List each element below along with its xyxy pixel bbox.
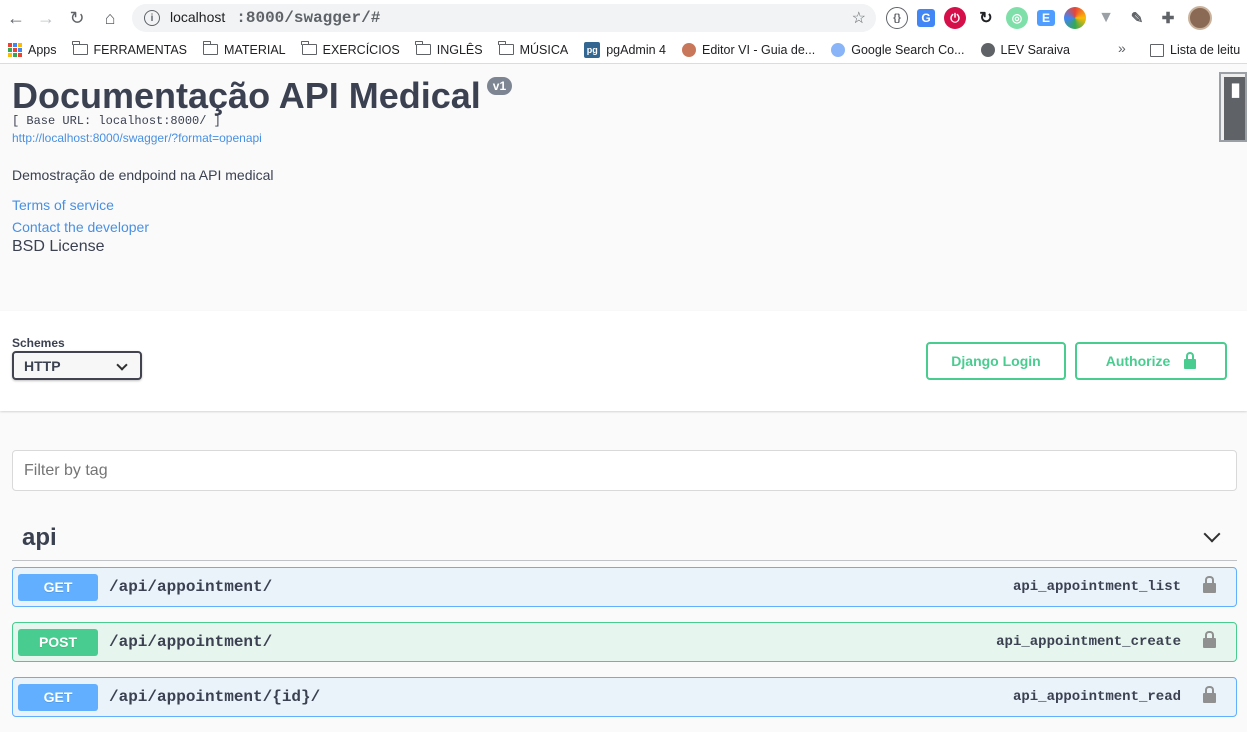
method-badge: POST <box>18 628 98 656</box>
browser-toolbar: ← → ↻ ⌂ i localhost:8000/swagger/# ☆ {} … <box>0 0 1247 36</box>
reading-list[interactable]: Lista de leitu <box>1150 36 1241 63</box>
operation-get-appointment-read[interactable]: GET /api/appointment/{id}/ api_appointme… <box>12 677 1237 717</box>
page-title: Documentação API Medical v1 <box>12 75 513 117</box>
bookmark-ingles[interactable]: INGLÊS <box>408 38 491 62</box>
puzzle-extensions-icon[interactable]: ✚ <box>1157 7 1179 29</box>
bookmark-ferramentas[interactable]: FERRAMENTAS <box>65 38 196 62</box>
bookmark-search-console[interactable]: Google Search Co... <box>823 38 972 62</box>
search-console-icon <box>831 42 846 57</box>
version-badge: v1 <box>486 77 513 95</box>
address-bar[interactable]: i localhost:8000/swagger/# ☆ <box>132 4 876 32</box>
authorize-button[interactable]: Authorize <box>1075 342 1227 380</box>
translate-extension-icon[interactable]: G <box>917 9 935 27</box>
folder-icon <box>301 41 317 55</box>
tab-extension-icon[interactable]: E <box>1037 10 1055 26</box>
forward-icon[interactable]: → <box>30 2 62 34</box>
tag-section-header[interactable]: api <box>12 515 1237 561</box>
bookmark-label: pgAdmin 4 <box>606 42 666 57</box>
bookmark-label: Apps <box>28 42 57 57</box>
more-bookmarks-icon[interactable]: » <box>1118 40 1126 56</box>
home-icon[interactable]: ⌂ <box>94 2 126 34</box>
badge-icon: ▮ <box>1225 81 1245 102</box>
bookmark-label: Editor VI - Guia de... <box>701 42 816 57</box>
chevron-down-icon <box>116 359 128 371</box>
globe-icon <box>980 42 995 57</box>
api-info: Documentação API Medical v1 [ Base URL: … <box>12 75 513 256</box>
method-badge: GET <box>18 573 98 601</box>
method-badge: GET <box>18 683 98 711</box>
unlock-icon <box>1184 352 1197 369</box>
operation-path: /api/appointment/ <box>109 578 273 596</box>
sync-extension-icon[interactable]: ↻ <box>975 7 997 29</box>
power-extension-icon[interactable]: ⏻ <box>944 7 966 29</box>
lock-icon[interactable] <box>1203 631 1216 648</box>
bookmark-exercicios[interactable]: EXERCÍCIOS <box>294 38 408 62</box>
contact-link[interactable]: Contact the developer <box>12 219 512 235</box>
pgadmin-icon: pg <box>584 41 601 58</box>
terms-link[interactable]: Terms of service <box>12 197 512 213</box>
bookmark-label: Google Search Co... <box>851 42 965 57</box>
scheme-container: Schemes HTTP Django Login Authorize <box>0 311 1247 411</box>
lock-icon[interactable] <box>1203 576 1216 593</box>
schemes-selected-value: HTTP <box>24 357 61 374</box>
vue-extension-icon[interactable]: ▼ <box>1095 7 1117 29</box>
color-extension-icon[interactable] <box>1064 7 1086 29</box>
bookmark-label: MÚSICA <box>519 42 569 57</box>
filter-by-tag-input[interactable] <box>12 450 1237 491</box>
bookmark-label: EXERCÍCIOS <box>322 42 400 57</box>
bookmark-pgadmin[interactable]: pg pgAdmin 4 <box>576 38 674 62</box>
avatar-icon <box>681 42 696 57</box>
back-icon[interactable]: ← <box>0 2 32 34</box>
extension-icons: {} G ⏻ ↻ ◎ E ▼ ✎ ✚ <box>886 6 1212 30</box>
target-extension-icon[interactable]: ◎ <box>1006 7 1028 29</box>
operation-id: api_appointment_list <box>1012 579 1181 595</box>
operation-id: api_appointment_read <box>1012 689 1181 705</box>
spec-link[interactable]: http://localhost:8000/swagger/?format=op… <box>12 131 512 145</box>
schemes-label: Schemes <box>12 336 65 350</box>
extension-badge[interactable]: ▮ <box>1219 72 1247 142</box>
eyedropper-extension-icon[interactable]: ✎ <box>1126 7 1148 29</box>
operation-id: api_appointment_create <box>996 634 1181 650</box>
apps-grid-icon <box>8 42 22 57</box>
bookmarks-bar: Apps FERRAMENTAS MATERIAL EXERCÍCIOS ING… <box>0 36 1247 64</box>
django-login-button[interactable]: Django Login <box>926 342 1066 380</box>
tag-name: api <box>22 523 57 551</box>
folder-icon <box>72 41 88 55</box>
operation-path: /api/appointment/{id}/ <box>109 688 321 706</box>
reload-icon[interactable]: ↻ <box>61 2 93 34</box>
operation-path: /api/appointment/ <box>109 633 273 651</box>
bookmark-label: MATERIAL <box>224 42 286 57</box>
operation-get-appointment-list[interactable]: GET /api/appointment/ api_appointment_li… <box>12 567 1237 607</box>
reading-list-label: Lista de leitu <box>1170 43 1241 57</box>
lock-icon[interactable] <box>1203 686 1216 703</box>
title-text: Documentação API Medical <box>12 75 481 116</box>
authorize-label: Authorize <box>1105 353 1171 369</box>
bookmark-label: INGLÊS <box>436 42 483 57</box>
url-text: localhost:8000/swagger/# <box>170 9 381 27</box>
profile-avatar[interactable] <box>1188 6 1212 30</box>
schemes-select[interactable]: HTTP <box>12 351 142 380</box>
chevron-down-icon[interactable] <box>1203 525 1221 543</box>
reading-list-icon <box>1150 43 1164 57</box>
code-extension-icon[interactable]: {} <box>886 7 908 29</box>
folder-icon <box>202 41 219 55</box>
bookmark-star-icon[interactable]: ☆ <box>852 8 866 28</box>
bookmark-musica[interactable]: MÚSICA <box>491 38 577 62</box>
site-info-icon[interactable]: i <box>144 10 160 26</box>
folder-icon <box>498 41 514 55</box>
api-description: Demostração de endpoind na API medical <box>12 167 274 183</box>
bookmark-apps[interactable]: Apps <box>0 38 65 62</box>
badge-glyph: ▮ <box>1224 77 1245 140</box>
bookmark-label: FERRAMENTAS <box>93 42 188 57</box>
bookmark-label: LEV Saraiva <box>1000 42 1070 57</box>
license-text: BSD License <box>12 238 105 255</box>
bookmark-editor-vi[interactable]: Editor VI - Guia de... <box>674 38 823 62</box>
folder-icon <box>415 41 431 55</box>
operation-post-appointment-create[interactable]: POST /api/appointment/ api_appointment_c… <box>12 622 1237 662</box>
bookmark-material[interactable]: MATERIAL <box>195 38 294 62</box>
bookmark-lev-saraiva[interactable]: LEV Saraiva <box>973 38 1078 62</box>
